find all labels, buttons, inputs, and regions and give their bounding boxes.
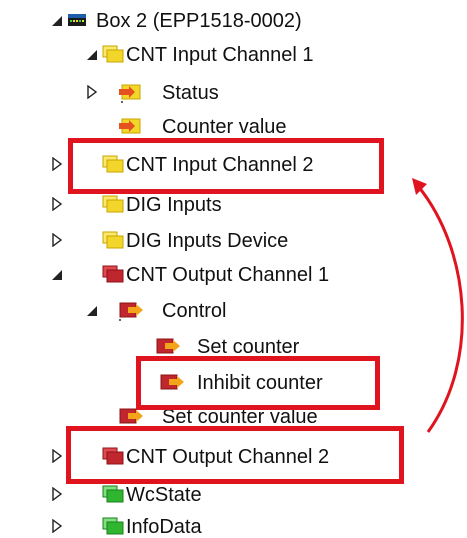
expanded-arrow-icon[interactable]	[50, 268, 64, 282]
highlighted-row-inhibit-counter[interactable]: Inhibit counter	[0, 366, 467, 400]
tree-node-label: CNT Output Channel 1	[126, 264, 330, 286]
tree-node-label: CNT Input Channel 1	[126, 44, 314, 66]
tree-node-label: DIG Inputs Device	[126, 230, 289, 252]
tree-node-cnt-output-channel-1[interactable]: CNT Output Channel 1	[0, 258, 467, 292]
tree-node-label: Counter value	[162, 116, 287, 138]
tree-node-infodata[interactable]: InfoData	[0, 510, 467, 538]
tree-node-box2[interactable]: Box 2 (EPP1518-0002)	[0, 4, 467, 38]
collapsed-arrow-icon[interactable]	[50, 519, 64, 533]
output-folder-icon	[102, 446, 128, 468]
tree-node-label: Control	[162, 300, 227, 322]
tree-node-label: Box 2 (EPP1518-0002)	[96, 10, 302, 32]
tree-node-control[interactable]: Control	[0, 294, 467, 328]
tree-node-label: Inhibit counter	[197, 372, 323, 394]
input-folder-icon	[102, 194, 128, 216]
tree-node-label: InfoData	[126, 516, 202, 538]
status-folder-icon	[102, 516, 128, 538]
tree-node-label: Status	[162, 82, 219, 104]
device-box-icon	[68, 10, 94, 32]
input-variable-icon	[118, 116, 144, 138]
status-folder-icon	[102, 484, 128, 506]
output-variable-icon	[155, 336, 181, 358]
tree-view: Box 2 (EPP1518-0002) CNT Input Channel 1…	[0, 0, 467, 538]
collapsed-arrow-icon[interactable]	[85, 85, 99, 99]
input-folder-icon	[102, 44, 128, 66]
collapsed-arrow-icon[interactable]	[50, 487, 64, 501]
output-folder-icon	[102, 264, 128, 286]
input-folder-icon	[102, 154, 128, 176]
tree-node-label: CNT Input Channel 2	[126, 154, 314, 176]
tree-node-label: DIG Inputs	[126, 194, 222, 216]
expanded-arrow-icon[interactable]	[50, 14, 64, 28]
output-variable-icon	[118, 300, 144, 322]
output-variable-icon	[159, 372, 185, 394]
collapsed-arrow-icon[interactable]	[50, 233, 64, 247]
tree-node-label: WcState	[126, 484, 202, 506]
input-folder-icon	[102, 230, 128, 252]
input-variable-icon	[118, 82, 144, 104]
highlighted-row-cnt-input-channel-2[interactable]: CNT Input Channel 2	[0, 148, 467, 182]
highlighted-row-cnt-output-channel-2[interactable]: CNT Output Channel 2	[0, 440, 467, 474]
expanded-arrow-icon[interactable]	[85, 304, 99, 318]
tree-node-dig-inputs-device[interactable]: DIG Inputs Device	[0, 224, 467, 258]
collapsed-arrow-icon[interactable]	[50, 197, 64, 211]
tree-node-cnt-input-channel-1[interactable]: CNT Input Channel 1	[0, 38, 467, 72]
expanded-arrow-icon[interactable]	[85, 48, 99, 62]
tree-node-status[interactable]: Status	[0, 76, 467, 110]
tree-node-label: CNT Output Channel 2	[126, 446, 330, 468]
